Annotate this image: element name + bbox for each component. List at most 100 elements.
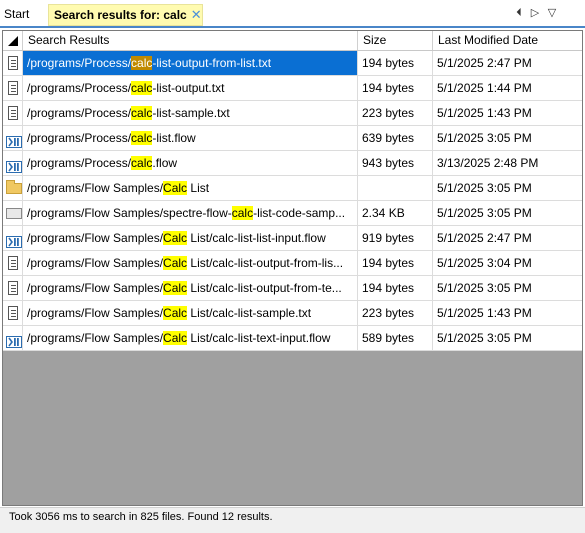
row-icon-cell [3,76,23,100]
text-file-icon [8,106,18,120]
modified-date: 5/1/2025 2:47 PM [437,231,532,245]
match-highlight: calc [131,131,153,145]
path-prefix: /programs/Process/ [27,156,132,170]
sort-column-header[interactable] [3,31,23,50]
row-icon-cell [3,151,23,175]
path-suffix: List/calc-list-list-input.flow [187,231,326,245]
result-path: /programs/Process/calc-list.flow [23,126,358,150]
column-header-search-results[interactable]: Search Results [23,31,358,50]
table-row[interactable]: /programs/Flow Samples/spectre-flow-calc… [3,201,582,226]
file-size: 223 bytes [358,301,433,325]
file-size: 943 bytes [358,151,433,175]
column-header-last-modified[interactable]: Last Modified Date [433,31,582,50]
code-file-icon [6,208,22,219]
path-prefix: /programs/Process/ [27,81,132,95]
file-size: 194 bytes [358,76,433,100]
path-prefix: /programs/Flow Samples/ [27,281,164,295]
path-suffix: -list-sample.txt [152,106,230,120]
path-prefix: /programs/Flow Samples/ [27,306,164,320]
file-size: 589 bytes [358,326,433,350]
file-size: 194 bytes [358,51,433,75]
match-highlight: Calc [163,256,188,270]
modified-date: 5/1/2025 3:05 PM [437,331,532,345]
path-suffix: -list-output-from-list.txt [152,56,272,70]
row-icon-cell [3,201,23,225]
row-icon-cell [3,301,23,325]
result-path: /programs/Process/calc-list-sample.txt [23,101,358,125]
column-header-row: Search Results Size Last Modified Date [3,31,582,51]
result-path: /programs/Flow Samples/Calc List/calc-li… [23,251,358,275]
result-path: /programs/Process/calc.flow [23,151,358,175]
table-row[interactable]: /programs/Process/calc-list-output.txt 19… [3,76,582,101]
path-prefix: /programs/Flow Samples/ [27,231,164,245]
path-prefix: /programs/Flow Samples/ [27,331,164,345]
path-prefix: /programs/Flow Samples/ [27,181,164,195]
next-tab-icon[interactable]: ▷ [528,5,542,21]
table-row[interactable]: /programs/Flow Samples/Calc List/calc-li… [3,276,582,301]
match-highlight: calc [231,206,254,220]
table-row[interactable]: /programs/Process/calc-list.flow 639 byte… [3,126,582,151]
path-suffix: -list.flow [152,131,196,145]
table-row[interactable]: /programs/Flow Samples/Calc List/calc-li… [3,226,582,251]
status-bar: Took 3056 ms to search in 825 files. Fou… [0,507,585,533]
path-prefix: /programs/Process/ [27,131,132,145]
file-size: 639 bytes [358,126,433,150]
flow-file-icon [6,157,22,173]
result-path: /programs/Process/calc-list-output.txt [23,76,358,100]
text-file-icon [8,56,18,70]
path-suffix: List/calc-list-output-from-lis... [187,256,344,270]
flow-file-icon [6,232,22,248]
file-size: 194 bytes [358,251,433,275]
tab-bar: Start Search results for: calc ✕ ⏴ ▷ ▽ [0,0,585,28]
modified-date: 5/1/2025 3:05 PM [437,281,532,295]
table-row[interactable]: /programs/Flow Samples/Calc List/calc-li… [3,301,582,326]
text-file-icon [8,281,18,295]
row-icon-cell [3,126,23,150]
tab-search-results[interactable]: Search results for: calc ✕ [48,4,203,26]
table-row[interactable]: /programs/Process/calc.flow 943 bytes 3/13… [3,151,582,176]
table-row[interactable]: /programs/Process/calc-list-sample.txt 22… [3,101,582,126]
match-highlight: calc [131,81,153,95]
row-icon-cell [3,226,23,250]
tab-underline [0,26,585,28]
tab-menu-icon[interactable]: ▽ [545,5,559,21]
text-file-icon [8,306,18,320]
match-highlight: Calc [163,331,188,345]
modified-date: 5/1/2025 3:05 PM [437,181,532,195]
result-path: /programs/Flow Samples/Calc List/calc-li… [23,226,358,250]
row-icon-cell [3,176,23,200]
folder-icon [6,180,22,194]
table-row[interactable]: /programs/Process/calc-list-output-from-… [3,51,582,76]
result-path: /programs/Flow Samples/Calc List/calc-li… [23,276,358,300]
status-text: Took 3056 ms to search in 825 files. Fou… [9,511,273,523]
path-suffix: List/calc-list-sample.txt [187,306,312,320]
row-icon-cell [3,51,23,75]
path-suffix: List [187,181,210,195]
sort-triangle-icon [8,36,18,46]
match-highlight: Calc [163,306,188,320]
result-path: /programs/Flow Samples/Calc List/calc-li… [23,301,358,325]
match-highlight: Calc [163,181,188,195]
table-row[interactable]: /programs/Flow Samples/Calc List/calc-li… [3,251,582,276]
row-icon-cell [3,251,23,275]
path-prefix: /programs/Flow Samples/ [27,256,164,270]
table-row[interactable]: /programs/Flow Samples/Calc List/calc-li… [3,326,582,351]
row-icon-cell [3,101,23,125]
tab-start[interactable]: Start [4,4,29,24]
file-size: 2.34 KB [358,201,433,225]
flow-file-icon [6,132,22,148]
path-suffix: -list-output.txt [152,81,225,95]
close-icon[interactable]: ✕ [191,7,202,22]
text-file-icon [8,256,18,270]
match-highlight: calc [131,156,153,170]
modified-date: 5/1/2025 3:05 PM [437,131,532,145]
modified-date: 5/1/2025 1:43 PM [437,106,532,120]
path-suffix: List/calc-list-output-from-te... [187,281,342,295]
previous-tab-icon[interactable]: ⏴ [512,5,526,21]
file-size: 919 bytes [358,226,433,250]
match-highlight: Calc [163,231,188,245]
row-icon-cell [3,276,23,300]
results-rows: /programs/Process/calc -list-output-from-… [3,51,582,351]
table-row[interactable]: /programs/Flow Samples/Calc List 5/1/2025… [3,176,582,201]
column-header-size[interactable]: Size [358,31,433,50]
